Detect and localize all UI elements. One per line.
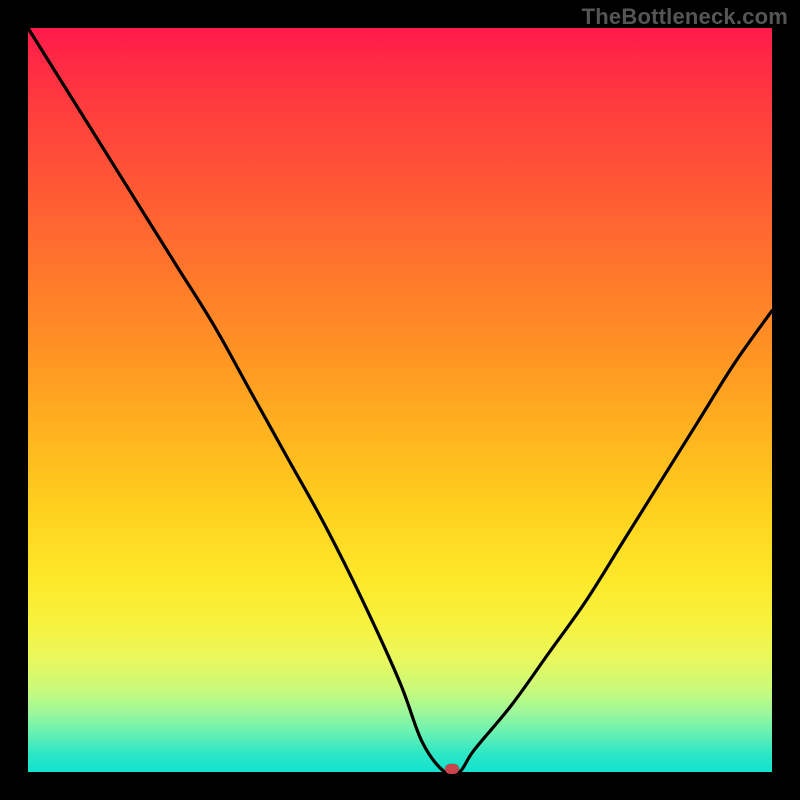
chart-frame: TheBottleneck.com — [0, 0, 800, 800]
curve-svg — [28, 28, 772, 772]
plot-area — [28, 28, 772, 772]
optimum-marker — [445, 764, 459, 774]
bottleneck-curve — [28, 28, 772, 776]
watermark-text: TheBottleneck.com — [582, 4, 788, 30]
